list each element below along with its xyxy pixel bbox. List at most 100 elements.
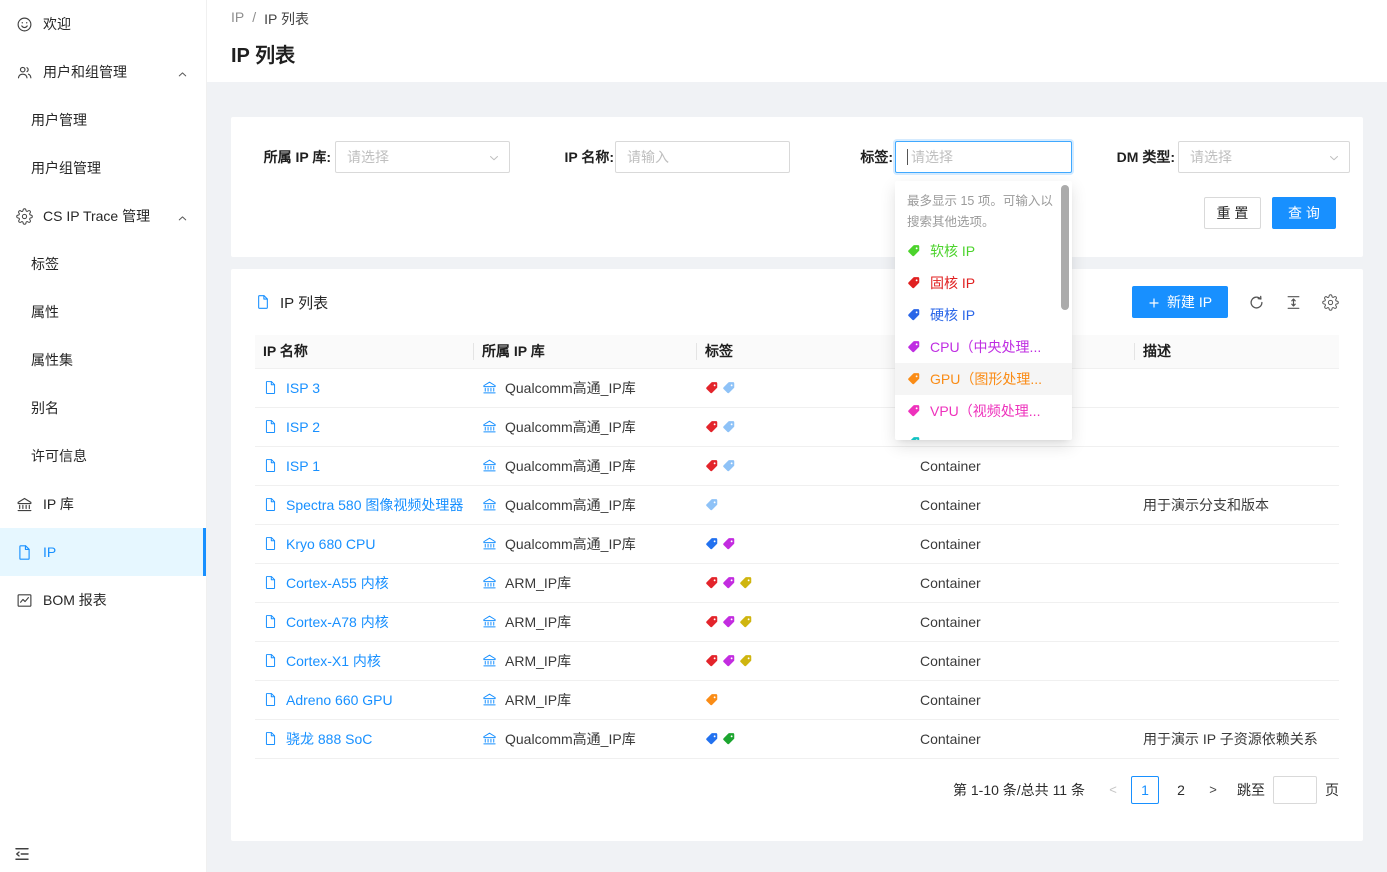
tag-icon	[705, 420, 719, 434]
table-row: Spectra 580 图像视频处理器 Qualcomm高通_IP库 Conta…	[255, 485, 1339, 524]
tag-option[interactable]: VPU（视频处理...	[895, 395, 1072, 427]
tag-option[interactable]: GPU（图形处理...	[895, 363, 1072, 395]
tag-filter-select[interactable]: 请选择	[895, 141, 1072, 173]
name-filter-input[interactable]: 请输入	[615, 141, 790, 173]
tag-option-label: VPU（视频处理...	[930, 401, 1040, 421]
ip-name-link[interactable]: 骁龙 888 SoC	[286, 729, 372, 749]
tag-option-label: GPU（图形处理...	[930, 369, 1042, 389]
pagination-next-button[interactable]: >	[1203, 782, 1223, 797]
tag-list	[705, 381, 904, 395]
sidebar-item-许可信息[interactable]: 许可信息	[0, 432, 206, 480]
tag-option[interactable]: 软核 IP	[895, 235, 1072, 267]
tag-icon	[722, 420, 736, 434]
sidebar-item-用户组管理[interactable]: 用户组管理	[0, 144, 206, 192]
tag-icon	[722, 654, 736, 668]
sidebar-item-IP 库[interactable]: IP 库	[0, 480, 206, 528]
column-header-描述: 描述	[1135, 335, 1339, 368]
pagination-prev-button[interactable]: <	[1103, 782, 1123, 797]
card-title-text: IP 列表	[280, 292, 328, 313]
name-filter-label: IP 名称:	[531, 141, 614, 173]
file-icon	[16, 544, 33, 561]
dm-type-cell: Container	[912, 563, 1135, 602]
table-row: ISP 2 Qualcomm高通_IP库 Container	[255, 407, 1339, 446]
tag-option-label: 固核 IP	[930, 273, 975, 293]
sidebar-item-label: IP 库	[43, 494, 74, 514]
description-cell	[1135, 407, 1339, 446]
sidebar-item-属性[interactable]: 属性	[0, 288, 206, 336]
sidebar-item-标签[interactable]: 标签	[0, 240, 206, 288]
sidebar-item-label: 欢迎	[43, 14, 71, 34]
tag-option[interactable]: 固核 IP	[895, 267, 1072, 299]
table-toolbar: 新建 IP	[1132, 286, 1339, 318]
bank-icon	[482, 380, 497, 395]
ip-name-link[interactable]: Adreno 660 GPU	[286, 692, 393, 708]
breadcrumb-item-ip[interactable]: IP	[231, 9, 244, 29]
smile-icon	[16, 16, 33, 33]
ip-name-link[interactable]: Cortex-A55 内核	[286, 573, 389, 593]
dropdown-scrollbar-thumb[interactable]	[1061, 185, 1069, 310]
description-cell	[1135, 641, 1339, 680]
ip-name-link[interactable]: ISP 1	[286, 458, 320, 474]
tag-icon	[907, 308, 921, 322]
menu-fold-icon[interactable]	[13, 845, 31, 863]
sidebar-item-用户管理[interactable]: 用户管理	[0, 96, 206, 144]
tag-icon	[705, 654, 719, 668]
dm-type-cell: Container	[912, 719, 1135, 758]
pagination-page-1[interactable]: 1	[1131, 776, 1159, 804]
tag-icon	[705, 693, 719, 707]
sidebar-item-label: 标签	[31, 254, 59, 274]
tag-option[interactable]: 硬核 IP	[895, 299, 1072, 331]
ip-name-link[interactable]: Cortex-A78 内核	[286, 612, 389, 632]
settings-gear-icon[interactable]	[1322, 294, 1339, 311]
ip-name-link[interactable]: Kryo 680 CPU	[286, 536, 375, 552]
sidebar-item-label: 用户管理	[31, 110, 87, 130]
sidebar-item-属性集[interactable]: 属性集	[0, 336, 206, 384]
breadcrumb-separator: /	[252, 9, 256, 29]
breadcrumb-item-current: IP 列表	[264, 9, 309, 29]
dmtype-filter-select[interactable]: 请选择	[1178, 141, 1350, 173]
sidebar-item-用户和组管理[interactable]: 用户和组管理	[0, 48, 206, 96]
ip-name-link[interactable]: Cortex-X1 内核	[286, 651, 381, 671]
description-cell	[1135, 524, 1339, 563]
dm-type-cell: Container	[912, 446, 1135, 485]
sidebar-item-CS IP Trace 管理[interactable]: CS IP Trace 管理	[0, 192, 206, 240]
sidebar-item-别名[interactable]: 别名	[0, 384, 206, 432]
tag-icon	[722, 732, 736, 746]
table-row: ISP 1 Qualcomm高通_IP库 Container	[255, 446, 1339, 485]
query-button[interactable]: 查 询	[1272, 197, 1336, 229]
file-icon	[263, 380, 278, 395]
tag-icon	[907, 372, 921, 386]
tag-option-label: 软核 IP	[930, 241, 975, 261]
sidebar-item-BOM 报表[interactable]: BOM 报表	[0, 576, 206, 624]
tag-list	[705, 576, 904, 590]
sidebar-item-IP[interactable]: IP	[0, 528, 206, 576]
tag-option[interactable]: CPU（中央处理...	[895, 331, 1072, 363]
bank-icon	[482, 458, 497, 473]
tag-icon	[705, 732, 719, 746]
name-filter-placeholder: 请输入	[627, 147, 669, 167]
tag-icon	[705, 381, 719, 395]
description-cell	[1135, 368, 1339, 407]
tag-option-partial[interactable]	[895, 427, 1072, 440]
bank-icon	[482, 692, 497, 707]
ip-name-link[interactable]: Spectra 580 图像视频处理器	[286, 495, 463, 515]
dm-type-cell: Container	[912, 602, 1135, 641]
reset-button[interactable]: 重 置	[1204, 197, 1261, 229]
ip-name-link[interactable]: ISP 3	[286, 380, 320, 396]
bank-icon	[16, 496, 33, 513]
new-ip-button[interactable]: 新建 IP	[1132, 286, 1228, 318]
reload-icon[interactable]	[1248, 294, 1265, 311]
ip-table: IP 名称所属 IP 库标签DM 类型描述 ISP 3 Qualcomm高通_I…	[255, 335, 1339, 759]
pagination-jump-label: 跳至	[1237, 780, 1265, 800]
pagination-page-2[interactable]: 2	[1167, 776, 1195, 804]
pagination-jump-input[interactable]	[1273, 776, 1317, 804]
sidebar-item-欢迎[interactable]: 欢迎	[0, 0, 206, 48]
file-icon	[263, 419, 278, 434]
tag-icon	[722, 576, 736, 590]
repo-filter-select[interactable]: 请选择	[335, 141, 510, 173]
column-height-icon[interactable]	[1285, 294, 1302, 311]
repo-filter-placeholder: 请选择	[347, 147, 389, 167]
tag-list	[705, 498, 904, 512]
repo-filter-label: 所属 IP 库:	[255, 141, 331, 173]
ip-name-link[interactable]: ISP 2	[286, 419, 320, 435]
